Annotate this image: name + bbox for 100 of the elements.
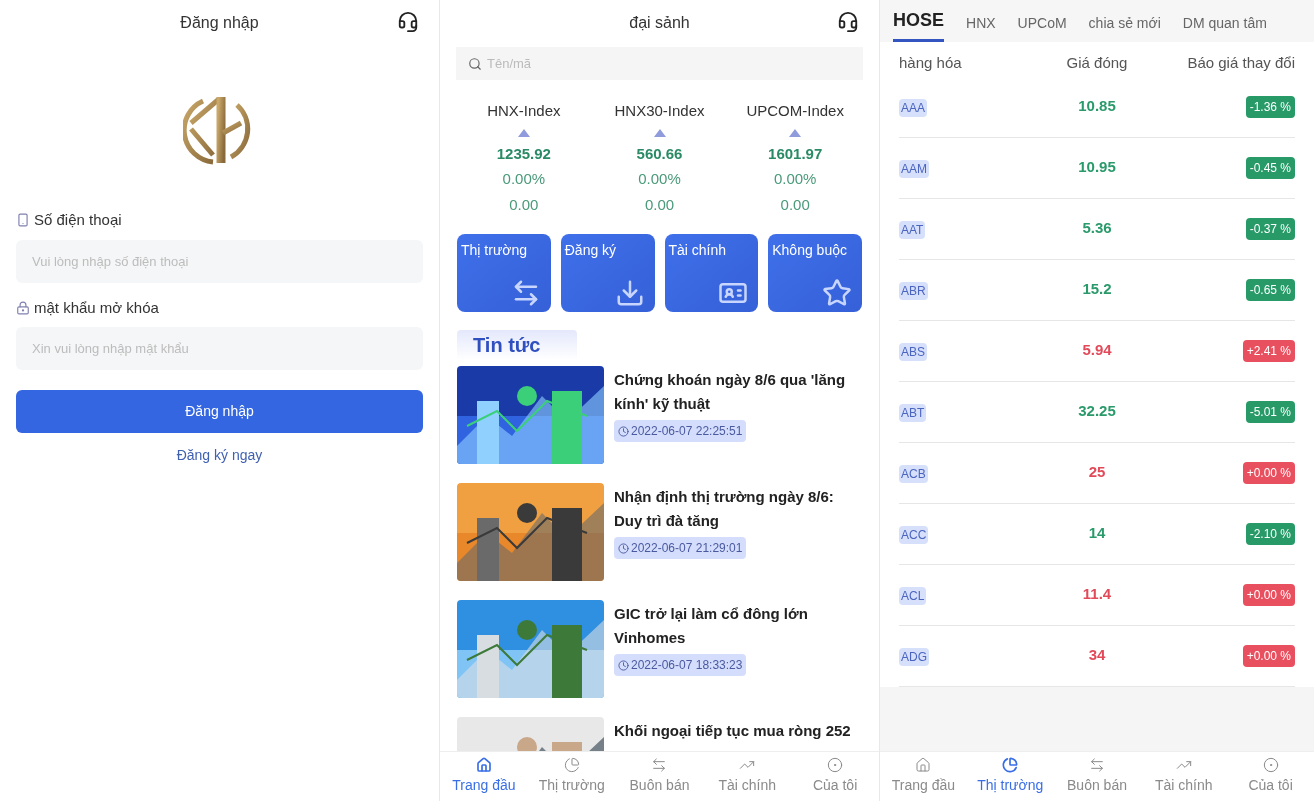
market-tab[interactable]: UPCoM — [1017, 13, 1067, 42]
news-item[interactable]: GIC trở lại làm cổ đông lớn Vinhomes 2022-06-07 18:33:23 — [457, 600, 862, 698]
market-tab[interactable]: HOSE — [893, 7, 944, 42]
market-tab[interactable]: DM quan tâm — [1182, 13, 1267, 42]
column-header: Giá đóng — [1065, 53, 1129, 73]
pie-chart-icon — [1002, 757, 1019, 773]
close-price: 11.4 — [1081, 584, 1113, 605]
close-price: 5.94 — [1081, 340, 1113, 361]
news-title: GIC trở lại làm cổ đông lớn Vinhomes — [614, 604, 809, 648]
close-price: 5.36 — [1081, 218, 1113, 239]
news-title: Nhận định thị trường ngày 8/6: Duy trì đà tăng — [614, 487, 835, 531]
field-label: mật khẩu mở khóa — [34, 297, 159, 318]
shortcut-card[interactable]: Đăng ký — [560, 234, 655, 312]
news-item[interactable]: Nhận định thị trường ngày 8/6: Duy trì đà tăng 2022-06-07 21:29:01 — [457, 483, 862, 581]
nav-tab[interactable]: Của tôi — [1227, 757, 1314, 796]
page-title: Đăng nhập — [180, 12, 259, 33]
symbol-tag: ACL — [899, 586, 927, 605]
login-button[interactable]: Đăng nhập — [16, 390, 423, 433]
circle-icon — [1262, 757, 1279, 773]
stock-row[interactable]: ACC 14 -2.10 % — [899, 503, 1295, 565]
news-title: Chứng khoán ngày 8/6 qua 'lăng kính' kỹ thuật — [614, 370, 847, 414]
clock-icon — [618, 542, 629, 554]
index-name: HNX-Index — [487, 101, 561, 121]
time-text: 2022-06-07 18:33:23 — [631, 657, 743, 674]
close-price: 10.85 — [1077, 96, 1117, 117]
symbol-tag: ABT — [899, 403, 927, 422]
stock-row[interactable]: ABS 5.94 +2.41 % — [899, 320, 1295, 382]
nav-tab[interactable]: Trang đầu — [440, 757, 528, 796]
stock-row[interactable]: ACL 11.4 +0.00 % — [899, 564, 1295, 626]
index-change: 0.00 — [780, 194, 810, 215]
index-change: 0.00 — [509, 194, 539, 215]
symbol-tag: ABS — [899, 342, 927, 361]
nav-tab[interactable]: Thị trường — [527, 757, 616, 796]
section-heading: Tin tức — [457, 330, 577, 360]
time-text: 2022-06-07 22:25:51 — [631, 423, 743, 440]
search-field[interactable]: Tên/mã — [456, 47, 863, 80]
news-title: Khối ngoại tiếp tục mua ròng 252 — [614, 721, 851, 741]
stock-row[interactable]: AAM 10.95 -0.45 % — [899, 137, 1295, 199]
shortcut-card[interactable]: Thị trường — [457, 234, 551, 312]
home-icon — [475, 757, 492, 773]
nav-tab[interactable]: Buôn bán — [1053, 757, 1141, 796]
page-title: đại sảnh — [629, 12, 690, 33]
symbol-tag: AAM — [899, 159, 929, 178]
stock-row[interactable]: ADG 34 +0.00 % — [899, 625, 1295, 687]
index-value: 1601.97 — [768, 143, 823, 164]
nav-tab[interactable]: Buôn bán — [615, 757, 704, 796]
news-item[interactable]: Chứng khoán ngày 8/6 qua 'lăng kính' kỹ thuật 2022-06-07 22:25:51 — [457, 366, 862, 464]
stock-row[interactable]: AAA 10.85 -1.36 % — [899, 76, 1295, 138]
nav-tab[interactable]: Của tôi — [791, 757, 879, 796]
exchange-icon — [651, 757, 668, 773]
market-tab[interactable]: HNX — [966, 13, 996, 42]
close-price: 10.95 — [1077, 157, 1117, 178]
symbol-tag: AAA — [899, 98, 927, 117]
close-price: 32.25 — [1077, 401, 1117, 422]
change-badge: -0.37 % — [1245, 217, 1295, 240]
home-icon — [915, 757, 932, 773]
nav-tab[interactable]: Tài chính — [1140, 757, 1228, 796]
change-badge: +0.00 % — [1242, 583, 1295, 606]
phone-field[interactable]: Vui lòng nhập số điện thoại — [16, 239, 423, 283]
change-badge: -2.10 % — [1245, 522, 1295, 545]
close-price: 34 — [1087, 645, 1107, 666]
column-header: Báo giá thay đổi — [1186, 53, 1295, 73]
index-percent: 0.00% — [773, 169, 817, 189]
change-badge: -1.36 % — [1245, 95, 1295, 118]
field-label: Số điện thoại — [34, 210, 122, 230]
star-icon — [822, 278, 852, 308]
shortcut-card[interactable]: Tài chính — [664, 234, 759, 312]
exchange-icon — [1089, 757, 1105, 773]
time-text: 2022-06-07 21:29:01 — [631, 540, 743, 557]
stock-row[interactable]: AAT 5.36 -0.37 % — [899, 198, 1295, 260]
index-value: 560.66 — [636, 143, 683, 164]
column-header: hàng hóa — [899, 53, 963, 73]
symbol-tag: ADG — [899, 647, 929, 666]
index-change: 0.00 — [644, 194, 675, 215]
change-badge: +0.00 % — [1242, 461, 1295, 484]
stock-row[interactable]: ACB 25 +0.00 % — [899, 442, 1295, 504]
change-badge: -0.45 % — [1245, 156, 1295, 179]
change-badge: -5.01 % — [1245, 400, 1295, 423]
symbol-tag: ACC — [899, 525, 929, 544]
clock-icon — [618, 659, 629, 671]
symbol-tag: AAT — [899, 220, 926, 239]
change-badge: -0.65 % — [1245, 278, 1295, 301]
index-percent: 0.00% — [502, 169, 546, 189]
support-icon[interactable] — [397, 11, 419, 33]
support-icon[interactable] — [837, 11, 859, 33]
nav-tab[interactable]: Tài chính — [703, 757, 792, 796]
register-link[interactable]: Đăng ký ngay — [176, 445, 263, 466]
index-name: HNX30-Index — [614, 101, 705, 121]
close-price: 14 — [1087, 523, 1107, 544]
password-field[interactable]: Xin vui lòng nhập mật khẩu — [16, 327, 423, 370]
circle-icon — [827, 757, 844, 773]
change-badge: +2.41 % — [1242, 339, 1295, 362]
stock-row[interactable]: ABR 15.2 -0.65 % — [899, 259, 1295, 321]
shortcut-card[interactable]: Không buộc — [768, 234, 862, 312]
market-tab[interactable]: chia sẻ mới — [1088, 13, 1161, 42]
close-price: 15.2 — [1081, 279, 1113, 300]
index-value: 1235.92 — [496, 143, 551, 164]
nav-tab[interactable]: Thị trường — [966, 757, 1054, 796]
stock-row[interactable]: ABT 32.25 -5.01 % — [899, 381, 1295, 443]
nav-tab[interactable]: Trang đầu — [880, 757, 967, 796]
